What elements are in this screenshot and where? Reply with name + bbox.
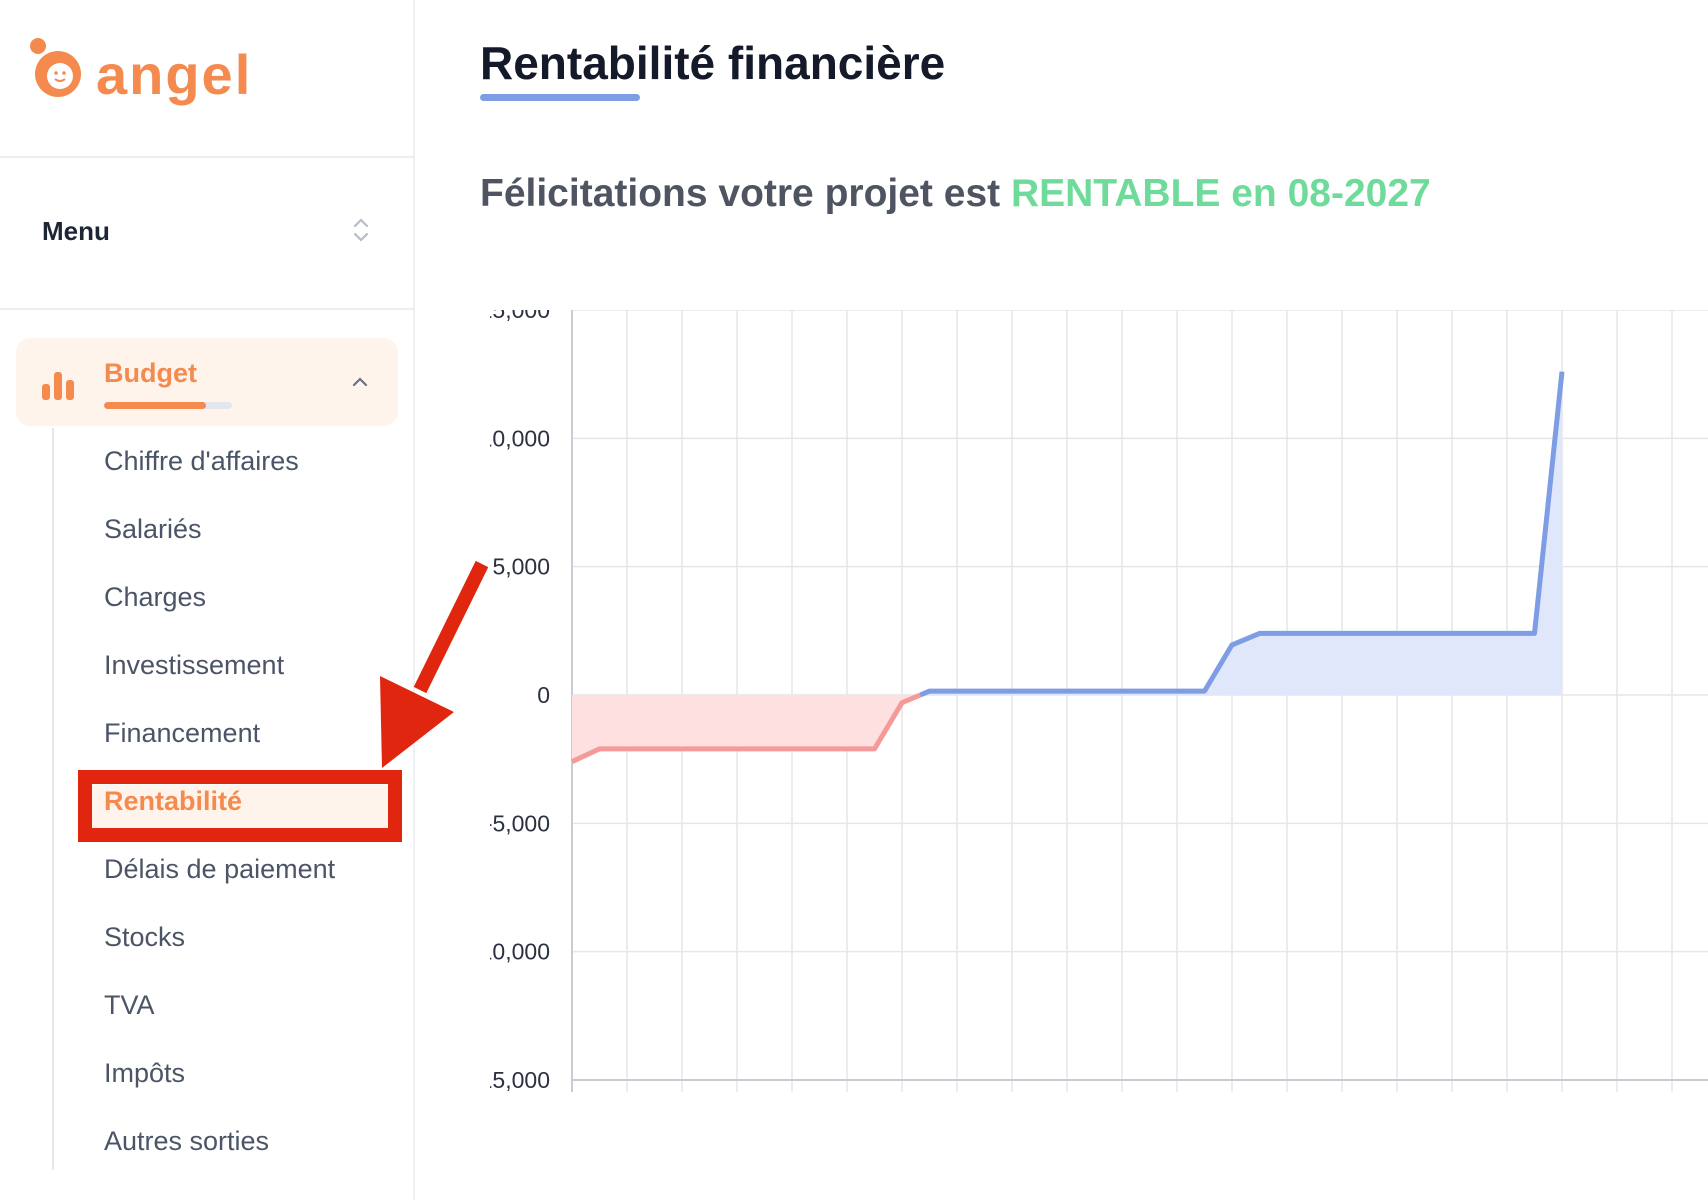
sidebar-section-budget[interactable]: Budget [16,338,398,426]
sidebar-item-charges[interactable]: Charges [104,582,206,613]
sidebar-divider [0,156,415,158]
budget-progress-fill [104,402,207,409]
chart-y-tick-label: -5,000 [490,810,550,836]
chart-y-tick-label: -15,000 [490,1067,550,1093]
budget-progress-bar [104,402,232,409]
chevron-up-icon[interactable] [350,372,370,392]
sidebar: angel Menu Budget Chiffre d'affaires Sal… [0,0,415,1200]
sidebar-item-financement[interactable]: Financement [104,718,260,749]
brand-name: angel [96,43,253,106]
chevron-up-down-icon[interactable] [350,212,372,248]
menu-label: Menu [42,216,110,246]
title-underline [480,94,640,101]
sidebar-item-impots[interactable]: Impôts [104,1058,185,1089]
sidebar-item-chiffre-affaires[interactable]: Chiffre d'affaires [104,446,299,477]
page-title: Rentabilité financière [480,37,946,89]
sidebar-item-autres-sorties[interactable]: Autres sorties [104,1126,269,1157]
profitability-message-prefix: Félicitations votre projet est [480,172,1011,215]
brand-logo[interactable]: angel [28,36,268,120]
chart-area-negative [572,695,921,762]
submenu-tree-line [52,428,54,1170]
sidebar-item-tva[interactable]: TVA [104,990,155,1021]
sidebar-item-delais-paiement[interactable]: Délais de paiement [104,854,335,885]
sidebar-item-stocks[interactable]: Stocks [104,922,185,953]
chart-y-tick-label: 15,000 [490,310,550,323]
chart-area-positive [920,371,1562,695]
sidebar-divider [0,308,415,310]
menu-selector[interactable]: Menu [42,212,372,252]
angel-logo-icon [30,38,81,97]
annotation-highlight-box [78,770,402,842]
profitability-message: Félicitations votre projet est RENTABLE … [480,172,1431,216]
annotation-arrow-icon [380,560,489,768]
chart-y-tick-label: 5,000 [492,554,550,580]
sidebar-item-investissement[interactable]: Investissement [104,650,284,681]
sidebar-item-salaries[interactable]: Salariés [104,514,202,545]
profitability-chart: 15,000 10,000 5,000 0 -5,000 -10,000 -15,000 [490,310,1708,1093]
chart-y-tick-label: -10,000 [490,939,550,965]
chart-y-tick-label: 0 [537,682,550,708]
chart-y-ticks: 15,000 10,000 5,000 0 -5,000 -10,000 -15,000 [490,310,550,1093]
profitability-status: RENTABLE en 08-2027 [1010,172,1431,215]
bar-chart-icon [42,372,74,400]
sidebar-section-label: Budget [104,358,197,388]
chart-y-tick-label: 10,000 [490,425,550,451]
